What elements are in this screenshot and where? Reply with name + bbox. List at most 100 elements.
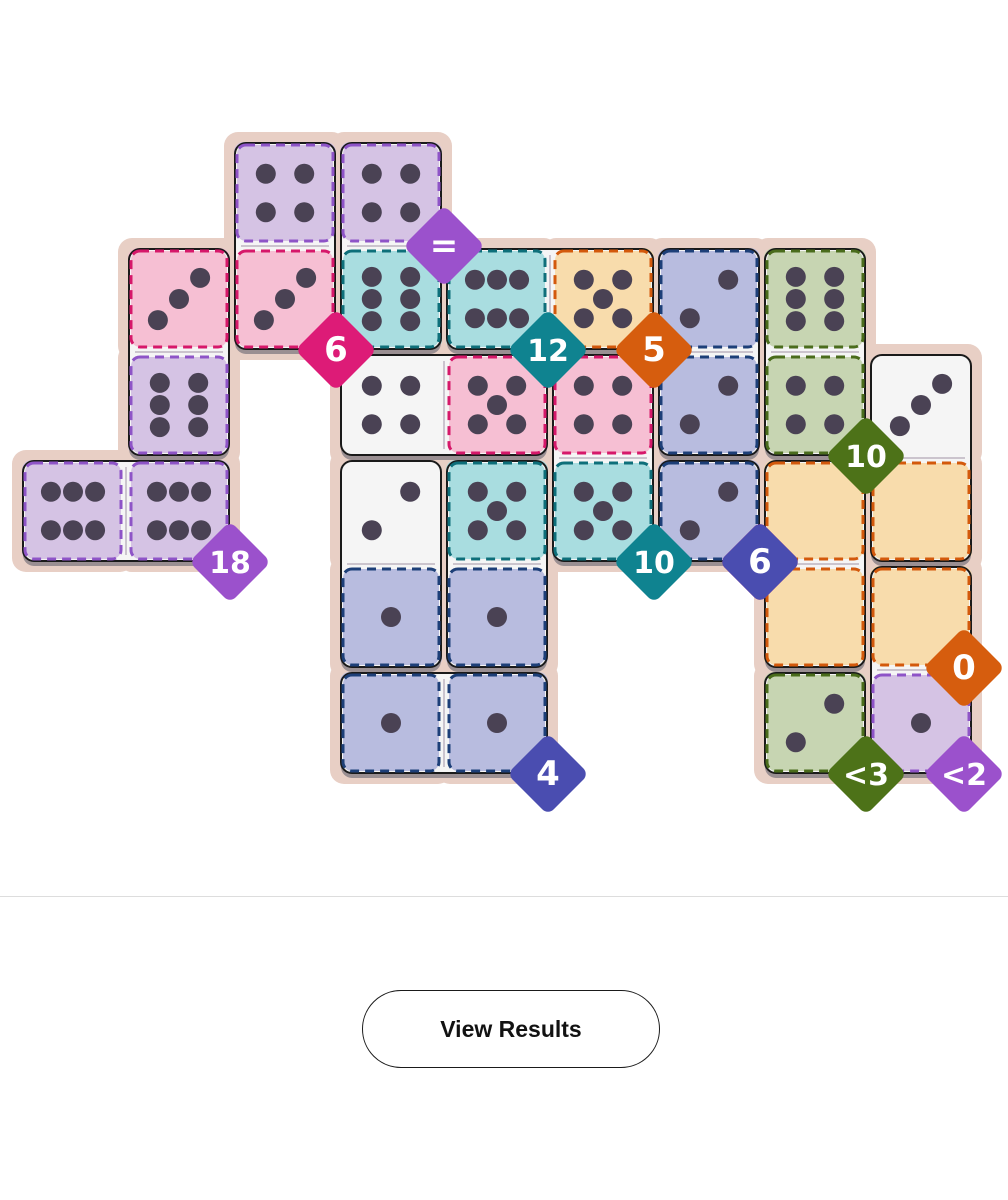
pip	[506, 481, 527, 502]
domino-half	[343, 463, 439, 559]
pip	[824, 375, 845, 396]
pip	[40, 520, 61, 541]
pip	[400, 414, 421, 435]
constraint-badge-label: 10	[845, 440, 887, 475]
domino[interactable]	[552, 354, 654, 566]
pip	[824, 693, 845, 714]
pip	[361, 266, 382, 287]
pip	[612, 375, 633, 396]
pip	[255, 202, 276, 223]
pip	[467, 481, 488, 502]
constraint-badge-label: <2	[941, 758, 987, 793]
pip	[593, 289, 613, 309]
pip	[487, 501, 507, 521]
pip	[464, 269, 485, 290]
pip	[149, 417, 170, 438]
pip	[612, 481, 633, 502]
pip	[146, 481, 167, 502]
pip	[679, 308, 700, 329]
domino[interactable]	[340, 354, 548, 460]
pip	[932, 373, 953, 394]
domino-half	[659, 355, 759, 455]
pip	[573, 520, 594, 541]
view-results-button[interactable]: View Results	[362, 990, 660, 1068]
domino-half	[235, 143, 335, 243]
pip	[911, 395, 931, 415]
pip	[506, 520, 527, 541]
pip	[190, 267, 211, 288]
constraint-badge-label: =	[430, 226, 459, 266]
pip	[361, 311, 382, 332]
pip	[785, 732, 806, 753]
pip	[509, 269, 530, 290]
pip	[573, 481, 594, 502]
pip	[487, 395, 507, 415]
constraint-badge-label: 18	[209, 546, 251, 581]
pip	[785, 266, 806, 287]
pip	[361, 289, 382, 309]
pip	[785, 311, 806, 332]
domino[interactable]	[234, 142, 336, 354]
pip	[889, 416, 910, 437]
domino[interactable]	[340, 460, 442, 672]
pip	[381, 607, 401, 627]
pip	[612, 414, 633, 435]
pip	[612, 269, 633, 290]
domino[interactable]	[22, 460, 230, 566]
pip	[147, 310, 168, 331]
pip	[253, 310, 274, 331]
pip	[464, 308, 485, 329]
pip	[612, 308, 633, 329]
domino[interactable]	[128, 248, 230, 460]
pip	[149, 372, 170, 393]
pip	[400, 311, 421, 332]
pip	[296, 267, 317, 288]
constraint-badge-label: 12	[527, 334, 569, 369]
pip	[509, 308, 530, 329]
pip	[487, 308, 507, 329]
pip	[149, 395, 170, 415]
section-divider	[0, 896, 1008, 897]
pip	[400, 481, 421, 502]
domino[interactable]	[340, 672, 548, 778]
pip	[612, 520, 633, 541]
domino-half	[343, 357, 439, 453]
pip	[255, 163, 276, 184]
pip	[40, 481, 61, 502]
pip	[573, 414, 594, 435]
pip	[467, 414, 488, 435]
domino-half	[871, 461, 971, 561]
pip	[188, 372, 209, 393]
pip	[785, 375, 806, 396]
domino-half	[23, 461, 123, 561]
pip	[400, 266, 421, 287]
pip	[400, 163, 421, 184]
pip	[169, 289, 189, 309]
pip	[573, 269, 594, 290]
pip	[169, 481, 189, 502]
pip	[785, 414, 806, 435]
puzzle-board: =61812510≠10604<3<2	[12, 132, 1002, 812]
domino-half	[765, 567, 865, 667]
pip	[506, 414, 527, 435]
pip	[169, 520, 189, 541]
pip	[573, 375, 594, 396]
pip	[294, 163, 315, 184]
pip	[593, 501, 613, 521]
pip	[400, 202, 421, 223]
pip	[467, 520, 488, 541]
constraint-badge-label: 4	[536, 754, 560, 794]
domino[interactable]	[764, 248, 866, 460]
pip	[191, 481, 212, 502]
domino[interactable]	[446, 460, 548, 672]
constraint-badge-label: 10	[633, 546, 675, 581]
pip	[361, 202, 382, 223]
constraint-badge-label: 6	[748, 542, 772, 582]
pip	[188, 417, 209, 438]
domino-half	[129, 355, 229, 455]
constraint-badge-label: <3	[843, 758, 889, 793]
pip	[361, 520, 382, 541]
pip	[573, 308, 594, 329]
pip	[487, 269, 507, 290]
pip	[63, 520, 83, 541]
